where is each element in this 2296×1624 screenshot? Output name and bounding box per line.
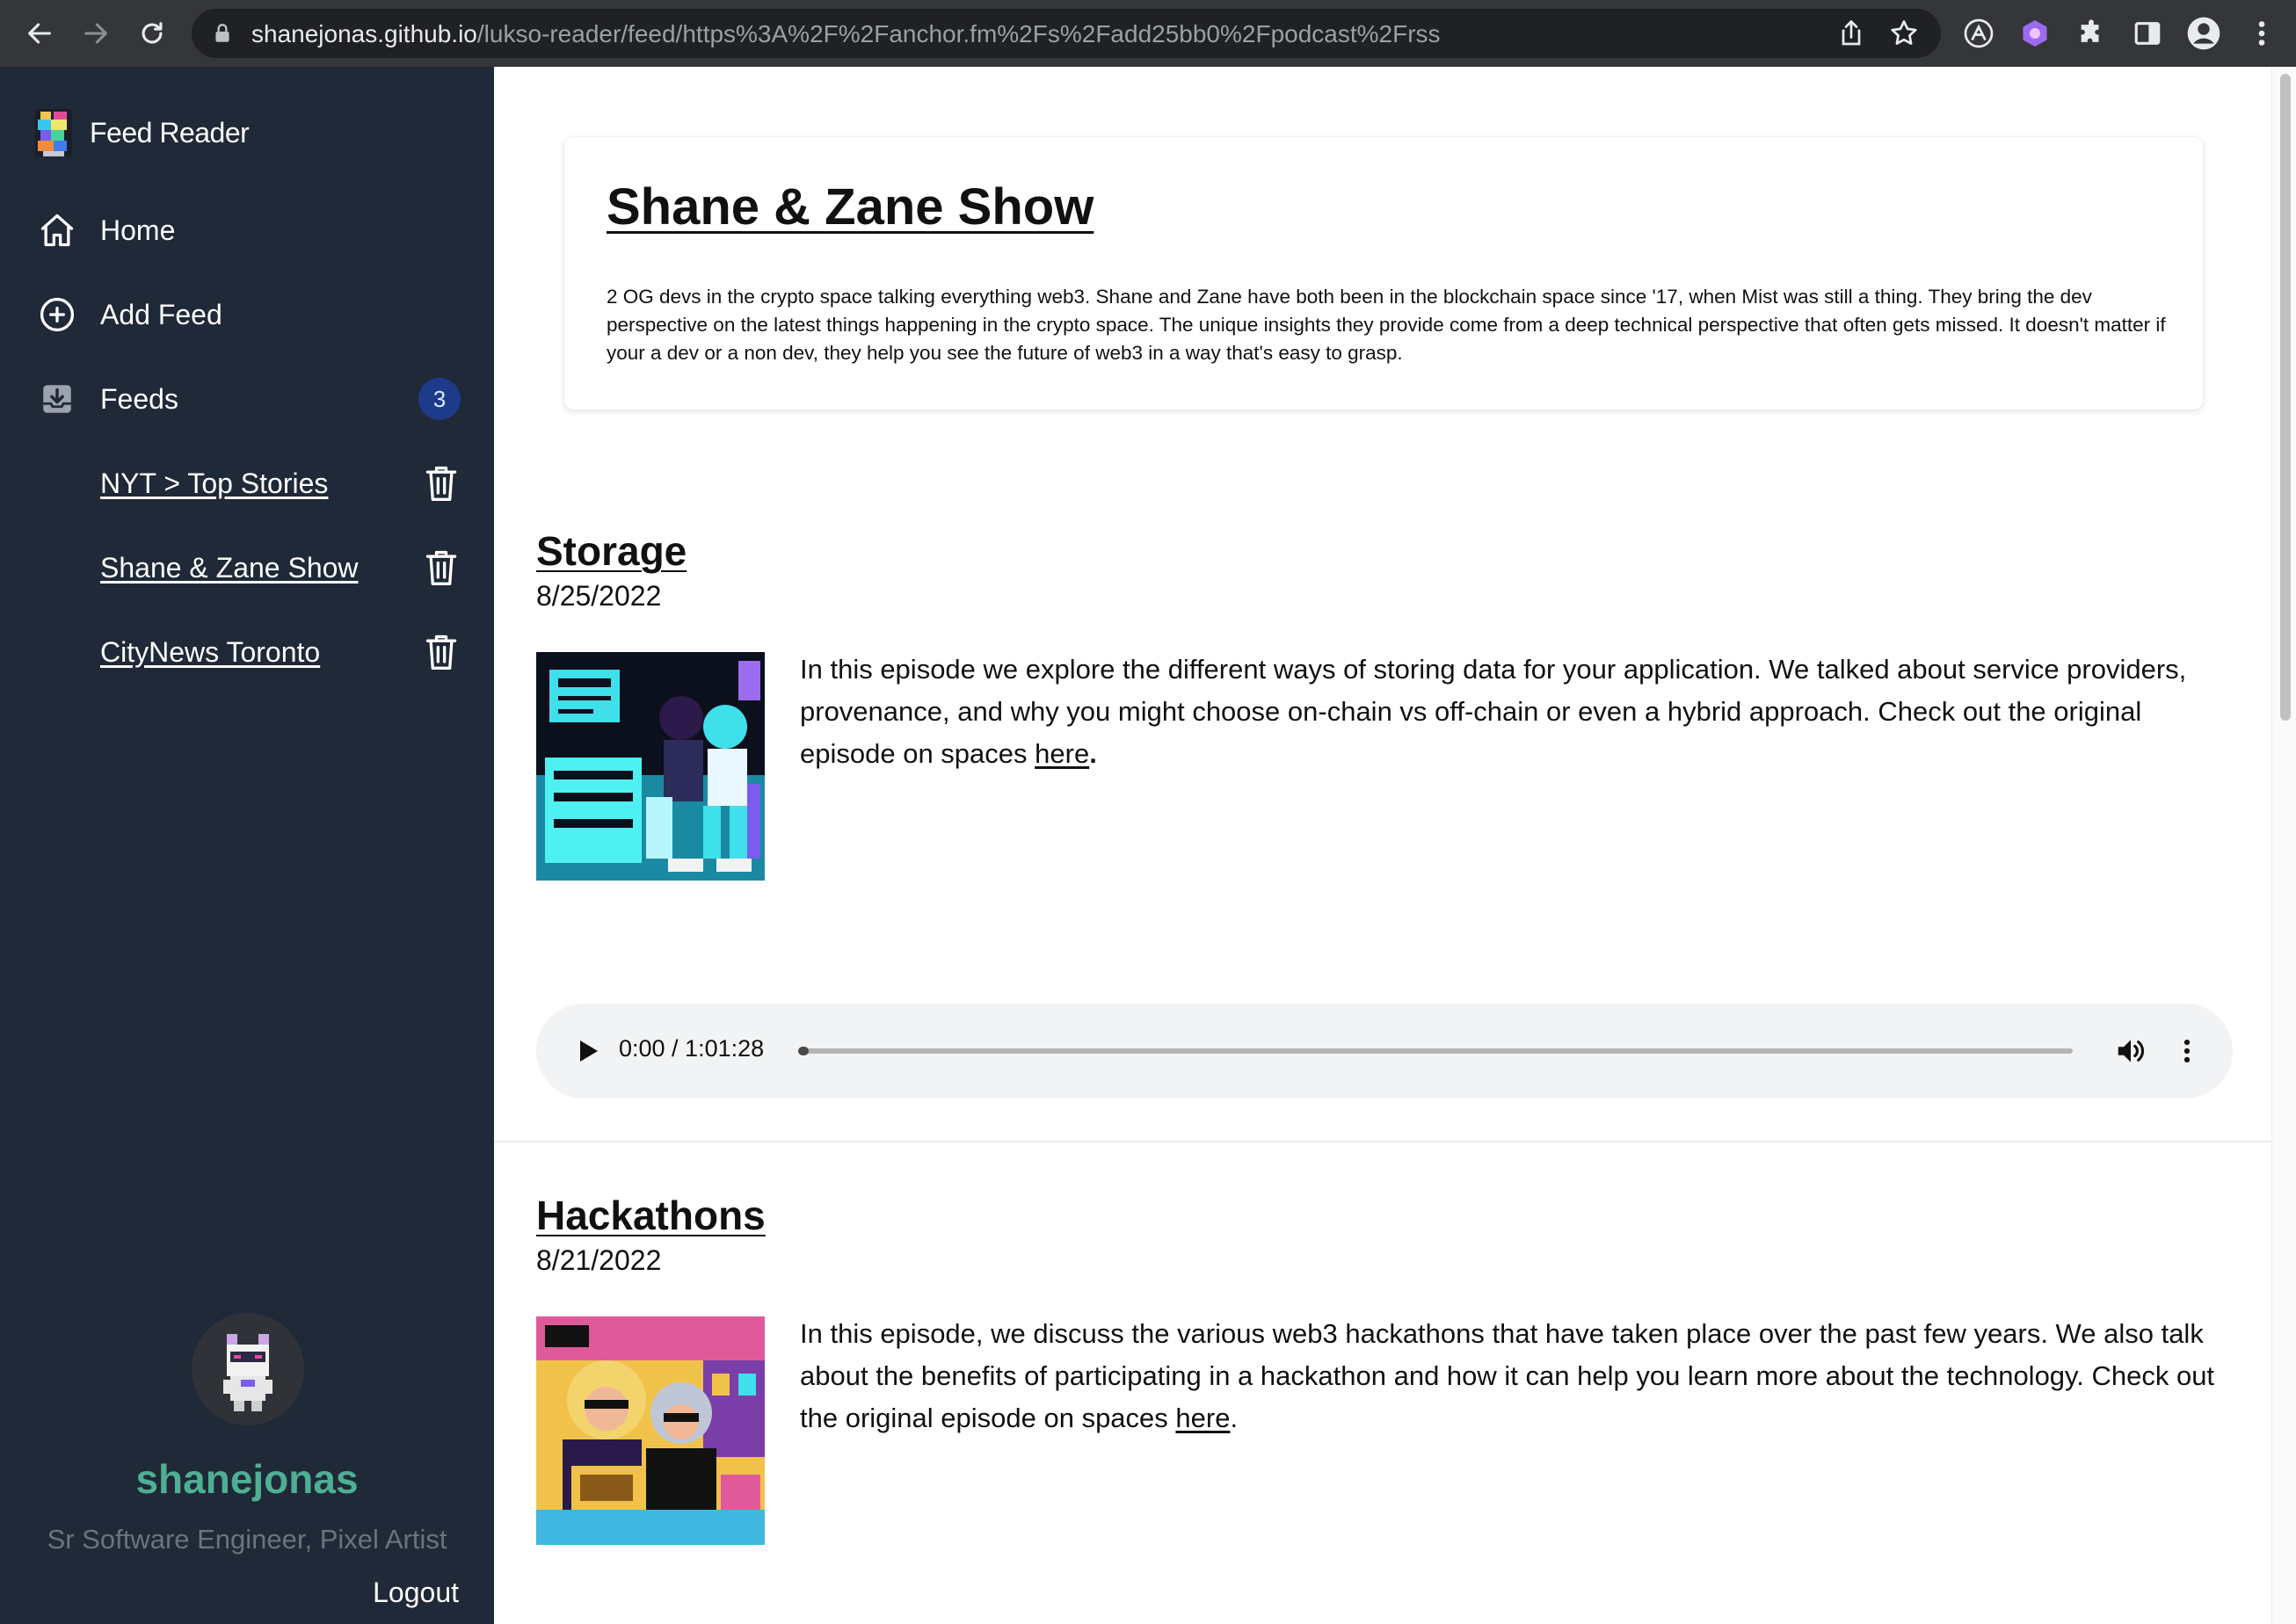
episode-link-here[interactable]: here [1175, 1403, 1230, 1433]
episode-divider [494, 1141, 2271, 1142]
audio-time: 0:00 / 1:01:28 [619, 1035, 765, 1062]
sidebar: Feed Reader Home Add Feed Feeds 3 NYT > … [0, 67, 494, 1624]
feed-link-citynews[interactable]: CityNews Toronto [100, 636, 320, 669]
app-logo-icon [35, 109, 72, 156]
home-icon [35, 208, 79, 252]
username: shanejonas [135, 1456, 359, 1502]
sidebar-feed-item[interactable]: Shane & Zane Show [100, 541, 461, 594]
episode-date: 8/25/2022 [536, 580, 662, 612]
url-text[interactable]: shanejonas.github.io/lukso-reader/feed/h… [251, 20, 1441, 48]
avatar [192, 1313, 304, 1425]
volume-icon[interactable] [2110, 1030, 2152, 1072]
episode-artwork [536, 652, 765, 881]
logout-button[interactable]: Logout [373, 1577, 459, 1609]
main-content: Shane & Zane Show 2 OG devs in the crypt… [494, 67, 2271, 1624]
bookmark-star-icon[interactable] [1888, 18, 1920, 49]
browser-menu-icon[interactable] [2243, 15, 2280, 52]
user-tagline: Sr Software Engineer, Pixel Artist [47, 1524, 447, 1555]
delete-feed-trash-icon[interactable] [422, 547, 461, 589]
episode-link-here[interactable]: here [1035, 738, 1089, 769]
delete-feed-trash-icon[interactable] [422, 462, 461, 504]
sidebar-item-label: Add Feed [100, 298, 222, 330]
extension-hexagon-icon[interactable] [2016, 15, 2053, 52]
episode-artwork [536, 1316, 765, 1545]
profile-avatar-icon[interactable] [2185, 15, 2222, 52]
feed-header-card: Shane & Zane Show 2 OG devs in the crypt… [564, 137, 2203, 410]
scrollbar-thumb[interactable] [2280, 74, 2291, 721]
browser-toolbar: shanejonas.github.io/lukso-reader/feed/h… [0, 0, 2296, 67]
sidebar-item-label: Feeds [100, 382, 178, 415]
audio-progress-slider[interactable] [798, 1047, 2073, 1055]
address-bar[interactable]: shanejonas.github.io/lukso-reader/feed/h… [192, 9, 1941, 58]
feed-link-nyt[interactable]: NYT > Top Stories [100, 468, 328, 500]
reload-icon[interactable] [130, 11, 174, 55]
side-panel-icon[interactable] [2129, 15, 2166, 52]
plus-circle-icon [35, 293, 79, 337]
sidebar-item-feeds[interactable]: Feeds 3 [35, 373, 461, 425]
feed-description: 2 OG devs in the crypto space talking ev… [607, 286, 2166, 364]
extensions-puzzle-icon[interactable] [2073, 15, 2110, 52]
feeds-count-badge: 3 [418, 378, 461, 420]
brand[interactable]: Feed Reader [35, 109, 250, 156]
sidebar-feed-item[interactable]: NYT > Top Stories [100, 457, 461, 510]
episode-title[interactable]: Storage [536, 527, 687, 575]
audio-progress-knob[interactable] [798, 1047, 809, 1055]
brand-name: Feed Reader [90, 116, 250, 149]
episode-description: In this episode we explore the different… [800, 654, 2187, 769]
lock-icon[interactable] [211, 22, 234, 45]
forward-icon[interactable] [74, 11, 118, 55]
sidebar-item-add-feed[interactable]: Add Feed [35, 288, 461, 341]
sidebar-item-label: Home [100, 214, 176, 246]
share-icon[interactable] [1835, 18, 1867, 49]
page-scrollbar[interactable] [2271, 67, 2296, 1624]
extension-a-icon[interactable] [1960, 15, 1997, 52]
play-icon[interactable] [570, 1032, 608, 1070]
sidebar-item-home[interactable]: Home [35, 204, 461, 257]
inbox-download-icon [35, 377, 79, 421]
more-options-icon[interactable] [2171, 1030, 2203, 1072]
episode-date: 8/21/2022 [536, 1244, 662, 1276]
audio-player: 0:00 / 1:01:28 [536, 1004, 2233, 1098]
sidebar-feed-item[interactable]: CityNews Toronto [100, 626, 461, 678]
episode-title[interactable]: Hackathons [536, 1192, 766, 1239]
back-icon[interactable] [18, 11, 62, 55]
feed-title[interactable]: Shane & Zane Show [607, 178, 1094, 236]
episode-description: In this episode, we discuss the various … [800, 1318, 2215, 1433]
feed-link-shane-zane[interactable]: Shane & Zane Show [100, 552, 359, 584]
delete-feed-trash-icon[interactable] [422, 631, 461, 673]
